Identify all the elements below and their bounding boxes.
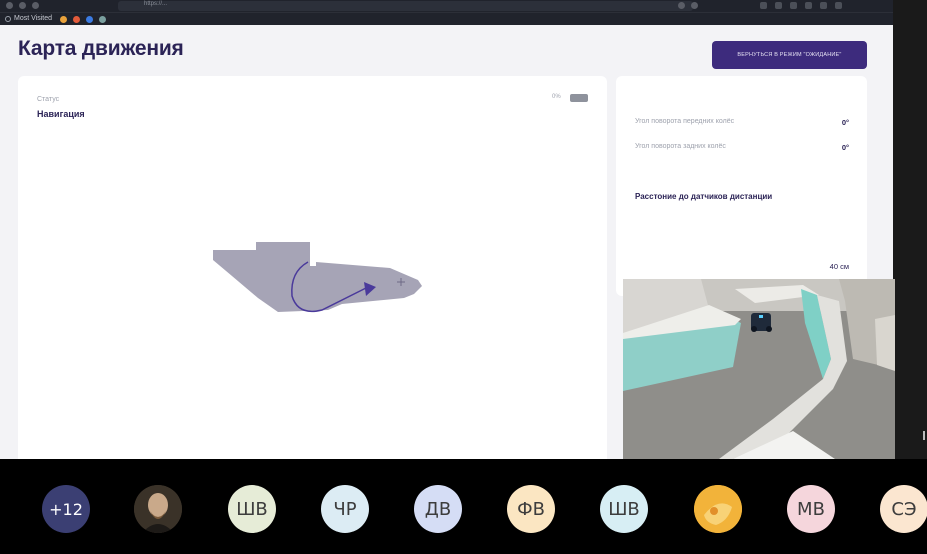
bookmark-favicon[interactable] bbox=[73, 16, 80, 23]
participant-avatar[interactable]: ШВ bbox=[600, 485, 648, 533]
participant-initials: СЭ bbox=[891, 498, 917, 520]
participant-initials: ШВ bbox=[608, 498, 640, 520]
downloads-icon[interactable] bbox=[760, 2, 767, 9]
telemetry-card: Угол поворота передних колёс 0° Угол пов… bbox=[616, 76, 867, 296]
robot-wheel bbox=[766, 326, 772, 332]
bookmark-most-visited[interactable]: Most Visited bbox=[14, 15, 52, 22]
motion-map-card: Статус Навигация 0% bbox=[18, 76, 607, 459]
rear-wheel-angle-label: Угол поворота задних колёс bbox=[635, 143, 726, 150]
motion-map[interactable] bbox=[18, 76, 607, 459]
participant-avatar[interactable]: ЧР bbox=[321, 485, 369, 533]
browser-tools bbox=[760, 2, 842, 9]
participant-avatar[interactable]: ШВ bbox=[228, 485, 276, 533]
participant-avatar[interactable]: ФВ bbox=[507, 485, 555, 533]
robot-light bbox=[759, 315, 763, 318]
address-bar-icons bbox=[678, 2, 698, 9]
screen-edge bbox=[893, 0, 927, 459]
participant-avatar[interactable]: МВ bbox=[787, 485, 835, 533]
participant-avatar[interactable] bbox=[134, 485, 182, 533]
more-participants-button[interactable]: +12 bbox=[42, 485, 90, 533]
profile-photo bbox=[694, 485, 742, 533]
explored-area bbox=[213, 242, 422, 312]
participant-avatar[interactable] bbox=[694, 485, 742, 533]
distance-sensors-title: Расстоние до датчиков дистанции bbox=[635, 192, 773, 201]
participants-bar: +12 ШВ ЧР ДВ ФВ ШВ МВ СЭ bbox=[0, 459, 927, 554]
portrait-photo bbox=[134, 485, 182, 533]
menu-icon[interactable] bbox=[835, 2, 842, 9]
bookmarks-bar: Most Visited bbox=[0, 12, 893, 25]
bookmark-star-icon[interactable] bbox=[691, 2, 698, 9]
robot-wheel bbox=[751, 326, 757, 332]
more-icon[interactable] bbox=[678, 2, 685, 9]
participant-avatar[interactable]: ДВ bbox=[414, 485, 462, 533]
camera-image bbox=[623, 279, 895, 459]
forward-icon[interactable] bbox=[19, 2, 26, 9]
gear-icon bbox=[5, 16, 11, 22]
bookmark-favicons bbox=[60, 16, 106, 23]
more-participants-count: +12 bbox=[49, 499, 83, 519]
participant-initials: ДВ bbox=[424, 498, 452, 520]
participant-initials: ФВ bbox=[517, 498, 545, 520]
library-icon[interactable] bbox=[775, 2, 782, 9]
return-to-standby-button[interactable]: ВЕРНУТЬСЯ В РЕЖИМ "ОЖИДАНИЕ" bbox=[712, 41, 867, 69]
tabs-icon[interactable] bbox=[790, 2, 797, 9]
bookmark-favicon[interactable] bbox=[99, 16, 106, 23]
bookmark-favicon[interactable] bbox=[60, 16, 67, 23]
participant-initials: ШВ bbox=[236, 498, 268, 520]
address-text: https://... bbox=[144, 1, 168, 7]
participant-initials: ЧР bbox=[333, 498, 357, 520]
window-controls bbox=[6, 2, 39, 9]
rear-wheel-angle-value: 0° bbox=[841, 143, 849, 152]
right-cabinet bbox=[875, 315, 895, 371]
account-icon[interactable] bbox=[820, 2, 827, 9]
distance-sensor-value: 40 см bbox=[829, 262, 849, 271]
page-title: Карта движения bbox=[18, 37, 184, 60]
reload-icon[interactable] bbox=[32, 2, 39, 9]
bookmark-favicon[interactable] bbox=[86, 16, 93, 23]
front-wheel-angle-label: Угол поворота передних колёс bbox=[635, 118, 735, 125]
browser-toolbar: https://... bbox=[0, 0, 893, 12]
address-bar[interactable]: https://... bbox=[118, 1, 693, 11]
participant-initials: МВ bbox=[797, 498, 825, 520]
extension-icon[interactable] bbox=[805, 2, 812, 9]
participant-avatar[interactable]: СЭ bbox=[880, 485, 927, 533]
front-wheel-angle-value: 0° bbox=[841, 118, 849, 127]
back-icon[interactable] bbox=[6, 2, 13, 9]
edge-marker bbox=[923, 431, 925, 440]
camera-feed bbox=[623, 279, 895, 459]
screenshot-root: https://... Most Visited Карта движения … bbox=[0, 0, 927, 554]
